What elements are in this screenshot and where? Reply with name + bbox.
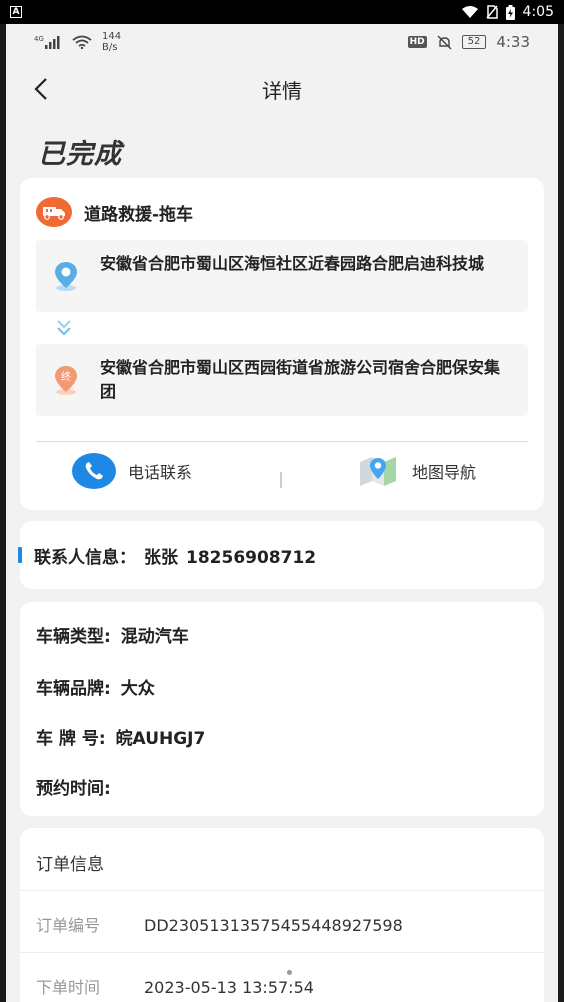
vehicle-brand-row: 车辆品牌: 大众: [36, 674, 155, 699]
order-number-row: 订单编号 DD23051313575455448927598: [36, 912, 403, 936]
svg-text:终: 终: [61, 370, 71, 383]
actions-separator: [280, 472, 282, 488]
order-number-label: 订单编号: [36, 916, 101, 935]
plate-number-value: 皖AUHGJ7: [115, 729, 206, 749]
contact-name: 张张: [144, 548, 178, 568]
page-title: 详情: [262, 78, 302, 103]
phone-contact-label: 电话联系: [128, 463, 193, 482]
appointment-time-row: 预约时间:: [36, 774, 115, 799]
app-screen: 4G 144 B/s HD 52 4:33 详情 已完成 道路救援-拖车 安徽省…: [6, 24, 558, 1002]
system-clock: 4:05: [522, 4, 554, 20]
order-info-title: 订单信息: [36, 855, 104, 875]
system-status-bar: A 4:05: [0, 0, 564, 24]
network-speed: 144 B/s: [102, 31, 122, 53]
order-number-value: DD23051313575455448927598: [144, 916, 403, 935]
order-time-value: 2023-05-13 13:57:54: [144, 978, 314, 997]
order-status-heading: 已完成: [38, 139, 122, 170]
start-location-pin-icon: [55, 262, 77, 291]
inner-wifi-icon: [72, 35, 92, 49]
vehicle-card: 车辆类型: 混动汽车 车辆品牌: 大众 车 牌 号: 皖AUHGJ7 预约时间:: [20, 602, 544, 816]
cellular-signal-icon: 4G: [34, 35, 60, 49]
order-divider: [20, 952, 544, 953]
appointment-time-label: 预约时间:: [36, 779, 111, 799]
order-divider: [20, 890, 544, 891]
end-address: 安徽省合肥市蜀山区西园街道省旅游公司宿舍合肥保安集团: [100, 358, 501, 401]
vehicle-type-label: 车辆类型:: [36, 627, 111, 647]
phone-icon: [72, 453, 116, 489]
vehicle-type-value: 混动汽车: [120, 627, 189, 647]
contact-phone[interactable]: 18256908712: [186, 548, 316, 568]
contact-card: 联系人信息： 张张 18256908712: [18, 521, 544, 589]
mute-bell-icon: [437, 35, 452, 49]
contact-actions: 电话联系 地图导航: [20, 442, 544, 510]
end-address-box: 终 安徽省合肥市蜀山区西园街道省旅游公司宿舍合肥保安集团: [36, 344, 528, 416]
hd-badge: HD: [407, 36, 427, 48]
order-info-card: 订单信息 订单编号 DD23051313575455448927598 下单时间 2…: [20, 828, 544, 1002]
order-time-label: 下单时间: [36, 978, 101, 997]
contact-info: 联系人信息： 张张 18256908712: [34, 543, 324, 568]
inner-status-bar: 4G 144 B/s HD 52 4:33: [6, 24, 558, 60]
scroll-indicator-dot: [287, 970, 292, 975]
vehicle-type-row: 车辆类型: 混动汽车: [36, 622, 189, 647]
order-time-row: 下单时间 2023-05-13 13:57:54: [36, 974, 314, 998]
end-location-pin-icon: 终: [55, 366, 77, 395]
app-notification-icon: A: [10, 6, 22, 18]
navigation-bar: 详情: [6, 60, 558, 118]
double-chevron-down-icon: [57, 320, 71, 336]
service-title: 道路救援-拖车: [84, 204, 194, 225]
map-navigation-label: 地图导航: [412, 463, 477, 482]
battery-level: 52: [461, 35, 487, 49]
contact-label: 联系人信息：: [34, 548, 136, 568]
plate-number-label: 车 牌 号:: [36, 729, 106, 749]
battery-charging-icon: [505, 4, 515, 20]
start-address: 安徽省合肥市蜀山区海恒社区近春园路合肥启迪科技城: [100, 254, 485, 273]
tow-truck-icon: [36, 197, 72, 227]
service-card: 道路救援-拖车 安徽省合肥市蜀山区海恒社区近春园路合肥启迪科技城 终 安徽省合肥…: [20, 178, 544, 510]
vehicle-brand-value: 大众: [120, 679, 155, 699]
no-sim-icon: [485, 5, 498, 19]
wifi-icon: [461, 5, 478, 18]
service-header: 道路救援-拖车: [36, 196, 193, 228]
vehicle-brand-label: 车辆品牌:: [36, 679, 111, 699]
svg-text:4G: 4G: [34, 35, 44, 43]
system-status-icons: 4:05: [461, 4, 554, 20]
start-address-box: 安徽省合肥市蜀山区海恒社区近春园路合肥启迪科技城: [36, 240, 528, 312]
phone-contact-button[interactable]: 电话联系: [72, 452, 192, 490]
map-navigation-button[interactable]: 地图导航: [356, 452, 476, 490]
section-accent-bar: [18, 547, 22, 563]
map-icon: [360, 457, 396, 486]
back-arrow-icon[interactable]: [30, 76, 54, 102]
plate-number-row: 车 牌 号: 皖AUHGJ7: [36, 724, 205, 749]
inner-clock: 4:33: [496, 33, 530, 51]
